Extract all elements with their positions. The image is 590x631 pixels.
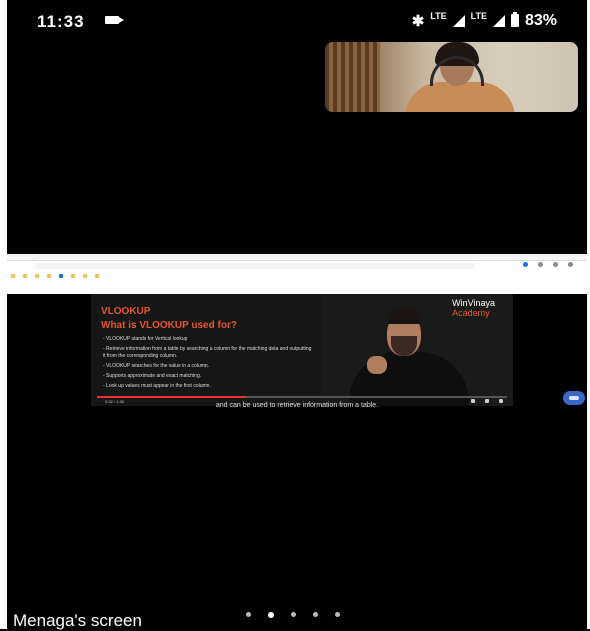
extension-icon (523, 262, 528, 267)
page-dot[interactable] (291, 612, 296, 617)
menu-icon (568, 262, 573, 267)
profile-icon (553, 262, 558, 267)
slide-bullet: - VLOOKUP searches for the value in a co… (103, 363, 210, 369)
slide-title: VLOOKUP (101, 306, 151, 317)
signal-icon (452, 14, 465, 27)
page-dot[interactable] (268, 612, 274, 618)
system-icons: ✱ LTE LTE 83% (412, 11, 557, 30)
slide-bullet: - Retrieve information from a table by s… (103, 346, 312, 359)
slide-bullet: - Look up values must appear in the firs… (103, 383, 211, 389)
folder-icon (11, 274, 15, 278)
star-icon (538, 262, 543, 267)
participant-video-tile[interactable] (325, 42, 578, 112)
background-window (325, 42, 380, 112)
slide-bullet: - VLOOKUP stands for Vertical lookup (103, 336, 188, 342)
browser-tab-row (7, 254, 587, 261)
brand-name: WinVinaya (452, 298, 495, 308)
bookmark-item (59, 274, 63, 278)
bookmark-item (23, 274, 27, 278)
bookmarks-bar (11, 272, 583, 280)
battery-percent: 83% (524, 11, 557, 29)
signal-icon-2 (492, 14, 505, 27)
meeting-screen: 11:33 ✱ LTE LTE 83% VLOOKUP What is VLOO… (7, 0, 587, 630)
lte-signal-icon: LTE (470, 11, 487, 21)
address-bar (35, 263, 475, 269)
page-dot[interactable] (313, 612, 318, 617)
folder-icon (47, 274, 51, 278)
participant-body (405, 82, 515, 112)
page-dot[interactable] (246, 612, 251, 617)
slide-bullet: - Supports approximate and exact matchin… (103, 373, 202, 379)
presenter-hand (367, 356, 387, 374)
page-dot[interactable] (335, 612, 340, 617)
browser-toolbar-icons (523, 262, 573, 267)
screen-owner-label: Menaga's screen (13, 611, 142, 630)
bookmark-item (47, 274, 51, 278)
video-progress-fill (97, 396, 245, 398)
folder-icon (35, 274, 39, 278)
battery-icon (510, 12, 519, 28)
status-bar: 11:33 ✱ LTE LTE 83% (7, 0, 587, 38)
folder-icon (71, 274, 75, 278)
site-icon (59, 274, 63, 278)
browser-address-row (11, 262, 583, 270)
video-recording-icon (105, 16, 124, 24)
phone-frame: 11:33 ✱ LTE LTE 83% VLOOKUP What is VLOO… (0, 0, 590, 630)
shared-screen-view[interactable]: VLOOKUP What is VLOOKUP used for? - VLOO… (7, 254, 587, 410)
video-caption: and can be used to retrieve information … (215, 402, 379, 409)
bluetooth-icon: ✱ (411, 12, 425, 30)
slide-subtitle: What is VLOOKUP used for? (101, 320, 237, 331)
brand-sub: Academy (452, 308, 490, 318)
status-time: 11:33 (37, 12, 85, 31)
bookmark-item (83, 274, 87, 278)
folder-icon (23, 274, 27, 278)
page-indicator[interactable] (246, 612, 340, 618)
slide-bullets: - VLOOKUP stands for Vertical lookup - R… (103, 336, 313, 393)
bookmark-item (35, 274, 39, 278)
folder-icon (95, 274, 99, 278)
presenter-hair (387, 308, 421, 324)
bookmark-item (95, 274, 99, 278)
shared-browser-chrome (7, 254, 587, 294)
shared-video-player[interactable]: VLOOKUP What is VLOOKUP used for? - VLOO… (91, 294, 513, 406)
bookmark-item (11, 274, 15, 278)
volte-icon: LTE (430, 11, 447, 21)
video-progress-bar[interactable] (97, 396, 507, 398)
bookmark-item (71, 274, 75, 278)
chat-bubble-icon[interactable] (563, 391, 585, 405)
folder-icon (83, 274, 87, 278)
academy-logo: WinVinaya Academy (452, 298, 495, 318)
